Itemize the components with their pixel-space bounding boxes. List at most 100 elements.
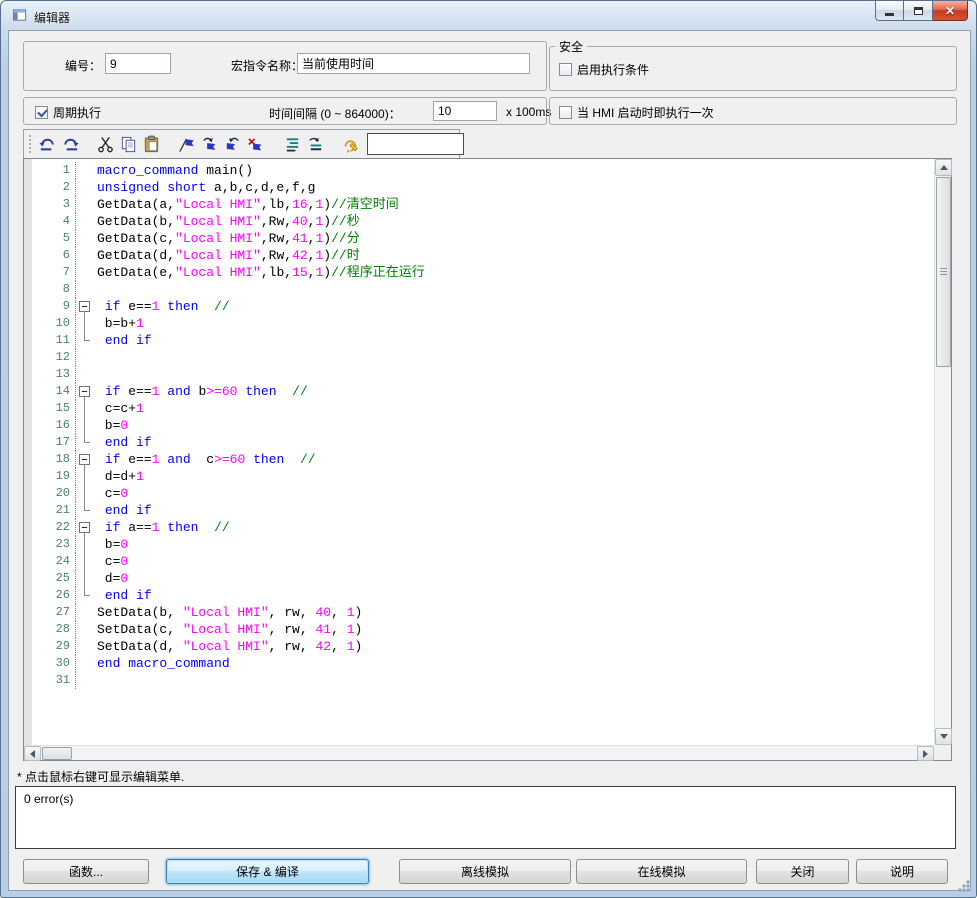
offline-sim-button[interactable]: 离线模拟 — [399, 859, 571, 884]
selection-margin[interactable] — [24, 159, 32, 745]
fold-margin — [76, 570, 94, 587]
interval-input[interactable] — [433, 101, 497, 121]
fold-margin — [76, 621, 94, 638]
code-line[interactable]: 9 if e==1 then // — [24, 298, 934, 315]
outdent-icon[interactable] — [304, 133, 327, 155]
code-line[interactable]: 14 if e==1 and b>=60 then // — [24, 383, 934, 400]
toolbar-grip[interactable] — [29, 135, 31, 153]
restore-button[interactable] — [904, 1, 933, 21]
save-compile-button[interactable]: 保存 & 编译 — [166, 859, 369, 884]
fold-margin — [76, 502, 94, 519]
arrow-left-icon — [26, 750, 35, 758]
code-line[interactable]: 5GetData(c,"Local HMI",Rw,41,1)//分 — [24, 230, 934, 247]
code-line[interactable]: 21 end if — [24, 502, 934, 519]
next-bookmark-icon[interactable] — [198, 133, 221, 155]
undo-icon[interactable] — [36, 133, 59, 155]
macro-id-input[interactable] — [105, 53, 171, 74]
macro-code-editor[interactable]: 1macro_command main()2unsigned short a,b… — [23, 158, 952, 761]
restore-icon — [914, 7, 923, 15]
code-line[interactable]: 12 — [24, 349, 934, 366]
code-line[interactable]: 6GetData(d,"Local HMI",Rw,42,1)//时 — [24, 247, 934, 264]
editor-window: 编辑器 ✕ 编号： 宏指令名称： 安全 启用执行条件 周期执行 时间间隔 (0 … — [0, 0, 977, 898]
code-line[interactable]: 23 b=0 — [24, 536, 934, 553]
vertical-scroll-thumb[interactable] — [936, 177, 951, 367]
code-line[interactable]: 22 if a==1 then // — [24, 519, 934, 536]
code-text: end if — [94, 587, 152, 604]
functions-button[interactable]: 函数... — [23, 859, 149, 884]
code-line[interactable]: 27SetData(b, "Local HMI", rw, 40, 1) — [24, 604, 934, 621]
toolbar-search-input[interactable] — [367, 133, 464, 155]
vertical-scrollbar[interactable] — [934, 159, 951, 745]
scroll-left-button[interactable] — [24, 746, 41, 761]
code-line[interactable]: 7GetData(e,"Local HMI",lb,15,1)//程序正在运行 — [24, 264, 934, 281]
code-line[interactable]: 2unsigned short a,b,c,d,e,f,g — [24, 179, 934, 196]
online-sim-button[interactable]: 在线模拟 — [576, 859, 747, 884]
help-button[interactable]: 说明 — [856, 859, 948, 884]
code-line[interactable]: 29SetData(d, "Local HMI", rw, 42, 1) — [24, 638, 934, 655]
code-line[interactable]: 18 if e==1 and c>=60 then // — [24, 451, 934, 468]
find-replace-icon[interactable] — [339, 133, 362, 155]
code-text: if e==1 then // — [94, 298, 230, 315]
minimize-button[interactable] — [875, 1, 904, 21]
code-line[interactable]: 13 — [24, 366, 934, 383]
horizontal-scroll-thumb[interactable] — [42, 747, 72, 760]
fold-collapse-icon[interactable] — [76, 298, 94, 315]
clear-bookmarks-icon[interactable] — [244, 133, 267, 155]
code-text: end if — [94, 502, 152, 519]
code-line[interactable]: 4GetData(b,"Local HMI",Rw,40,1)//秒 — [24, 213, 934, 230]
right-click-hint: * 点击鼠标右键可显示编辑菜单. — [17, 768, 184, 785]
horizontal-scrollbar[interactable] — [24, 745, 934, 760]
line-number: 11 — [32, 332, 76, 349]
copy-icon[interactable] — [117, 133, 140, 155]
startup-checkbox[interactable] — [559, 106, 572, 119]
line-number: 27 — [32, 604, 76, 621]
redo-icon[interactable] — [59, 133, 82, 155]
line-number: 6 — [32, 247, 76, 264]
code-line[interactable]: 26 end if — [24, 587, 934, 604]
code-view[interactable]: 1macro_command main()2unsigned short a,b… — [24, 159, 934, 745]
code-line[interactable]: 1macro_command main() — [24, 162, 934, 179]
code-line[interactable]: 20 c=0 — [24, 485, 934, 502]
code-line[interactable]: 25 d=0 — [24, 570, 934, 587]
toggle-bookmark-icon[interactable] — [175, 133, 198, 155]
code-line[interactable]: 19 d=d+1 — [24, 468, 934, 485]
paste-icon[interactable] — [140, 133, 163, 155]
code-text: macro_command main() — [94, 162, 253, 179]
previous-bookmark-icon[interactable] — [221, 133, 244, 155]
code-line[interactable]: 8 — [24, 281, 934, 298]
code-line[interactable]: 30end macro_command — [24, 655, 934, 672]
scroll-right-button[interactable] — [917, 746, 934, 761]
resize-grip[interactable] — [957, 879, 970, 892]
code-line[interactable]: 15 c=c+1 — [24, 400, 934, 417]
close-button[interactable]: 关闭 — [756, 859, 849, 884]
close-button[interactable]: ✕ — [933, 1, 968, 21]
line-number: 10 — [32, 315, 76, 332]
fold-collapse-icon[interactable] — [76, 519, 94, 536]
scroll-down-button[interactable] — [935, 728, 952, 745]
code-line[interactable]: 28SetData(c, "Local HMI", rw, 41, 1) — [24, 621, 934, 638]
code-text — [94, 366, 97, 383]
code-line[interactable]: 31 — [24, 672, 934, 689]
code-line[interactable]: 11 end if — [24, 332, 934, 349]
code-line[interactable]: 24 c=0 — [24, 553, 934, 570]
fold-collapse-icon[interactable] — [76, 451, 94, 468]
code-line[interactable]: 16 b=0 — [24, 417, 934, 434]
code-line[interactable]: 3GetData(a,"Local HMI",lb,16,1)//清空时间 — [24, 196, 934, 213]
macro-name-input[interactable] — [297, 53, 530, 74]
fold-collapse-icon[interactable] — [76, 383, 94, 400]
titlebar[interactable]: 编辑器 ✕ — [1, 1, 976, 30]
cut-icon[interactable] — [94, 133, 117, 155]
line-number: 8 — [32, 281, 76, 298]
fold-margin — [76, 655, 94, 672]
code-line[interactable]: 17 end if — [24, 434, 934, 451]
enable-condition-checkbox[interactable] — [559, 63, 572, 76]
scroll-up-button[interactable] — [935, 159, 952, 176]
interval-label: 时间间隔 (0 ~ 864000)： — [269, 105, 401, 122]
fold-margin — [76, 553, 94, 570]
indent-icon[interactable] — [281, 133, 304, 155]
line-number: 4 — [32, 213, 76, 230]
enable-condition-label: 启用执行条件 — [577, 61, 649, 78]
code-line[interactable]: 10 b=b+1 — [24, 315, 934, 332]
periodic-checkbox[interactable] — [35, 106, 48, 119]
fold-margin — [76, 604, 94, 621]
